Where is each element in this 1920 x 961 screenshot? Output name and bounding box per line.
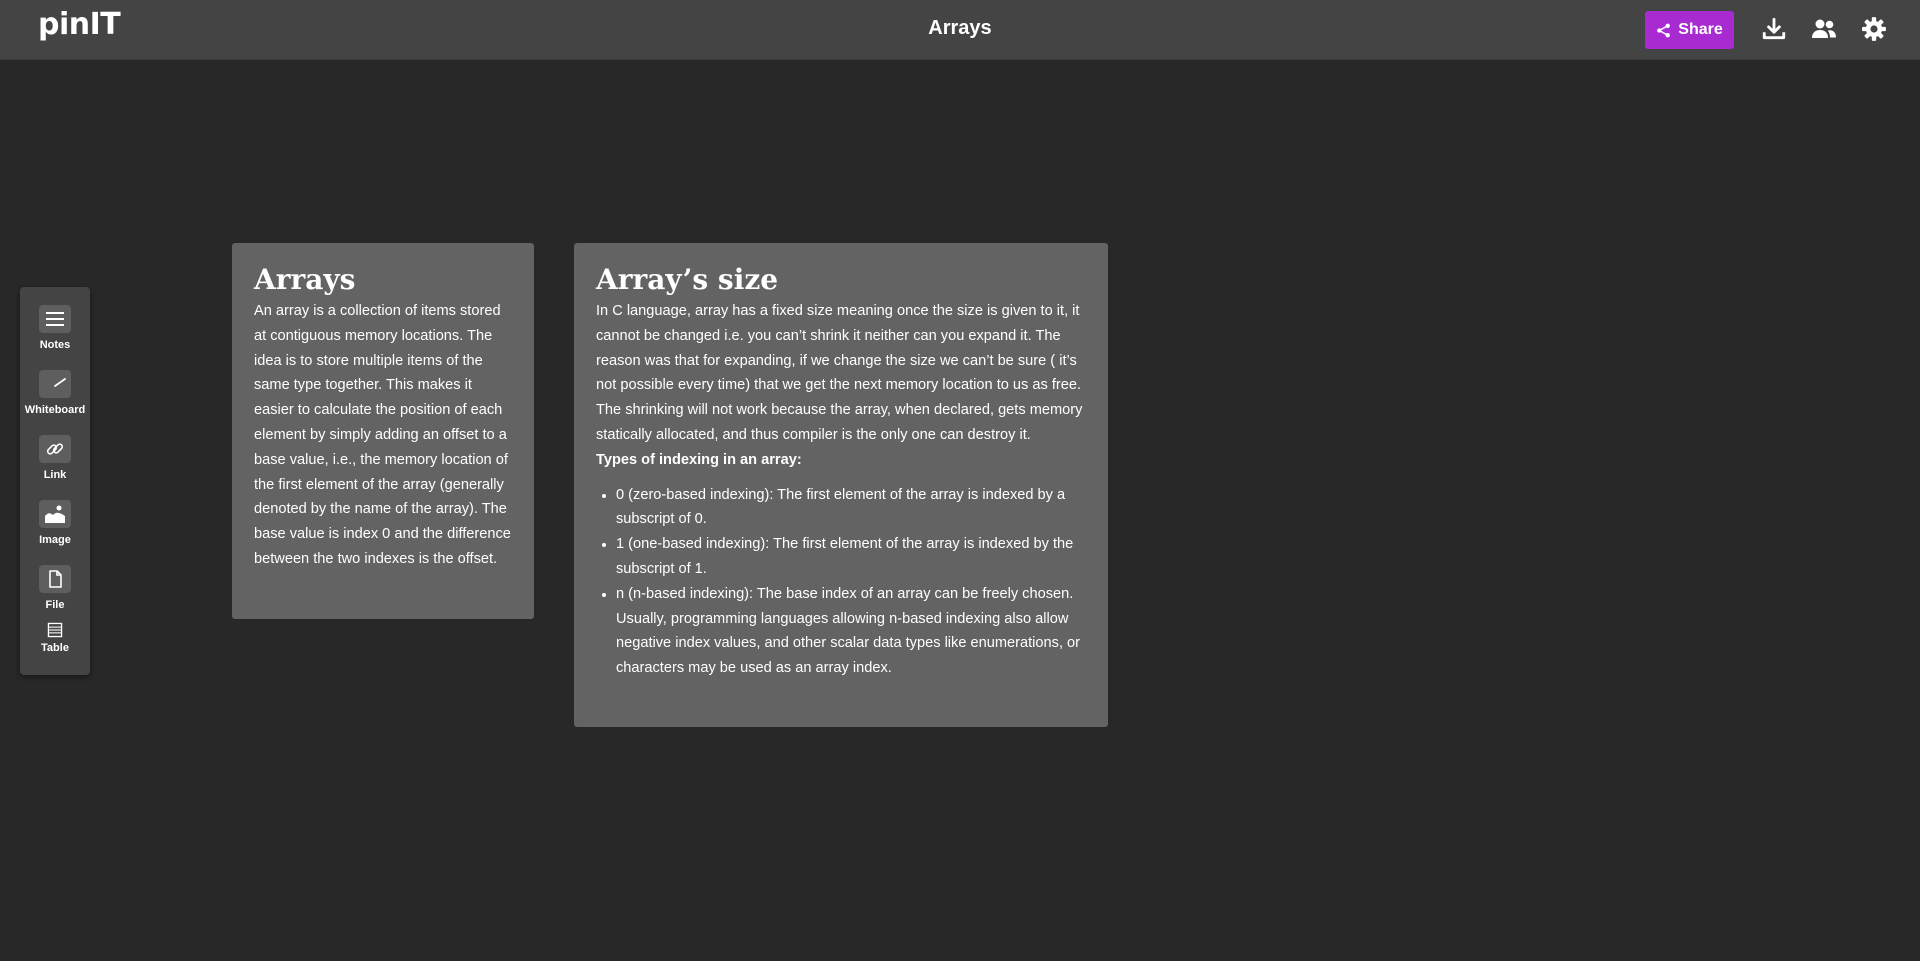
download-button[interactable] xyxy=(1759,14,1789,44)
page-title[interactable]: Arrays xyxy=(0,17,1920,40)
link-icon xyxy=(39,435,71,463)
notes-icon xyxy=(39,305,71,333)
card-subheading: Types of indexing in an array: xyxy=(596,451,802,468)
users-icon xyxy=(1812,19,1836,38)
list-item: n (n-based indexing): The base index of … xyxy=(616,582,1086,681)
tool-whiteboard[interactable]: Whiteboard xyxy=(20,370,90,416)
note-card-arrays[interactable]: Arrays An array is a collection of items… xyxy=(232,243,534,619)
card-body: In C language, array has a fixed size me… xyxy=(596,303,1083,443)
tool-notes[interactable]: Notes xyxy=(20,305,90,351)
card-title: Arrays xyxy=(254,263,356,296)
list-item: 0 (zero-based indexing): The first eleme… xyxy=(616,483,1086,533)
tool-table-label: Table xyxy=(41,642,69,654)
share-label: Share xyxy=(1678,21,1723,38)
tool-link-label: Link xyxy=(43,469,67,481)
share-button[interactable]: Share xyxy=(1645,11,1734,49)
settings-button[interactable] xyxy=(1859,14,1889,44)
tool-image[interactable]: Image xyxy=(20,500,90,546)
note-card-array-size[interactable]: Array’s size In C language, array has a … xyxy=(574,243,1108,727)
tool-whiteboard-label: Whiteboard xyxy=(24,404,86,416)
download-icon xyxy=(1762,17,1786,40)
tool-table[interactable]: Table xyxy=(20,620,90,654)
image-icon xyxy=(39,500,71,528)
tool-link[interactable]: Link xyxy=(20,435,90,481)
tool-file-label: File xyxy=(45,599,65,611)
whiteboard-icon xyxy=(39,370,71,398)
collaborators-button[interactable] xyxy=(1809,14,1839,44)
top-bar: pinIT Arrays Share xyxy=(0,0,1920,60)
gear-icon xyxy=(1862,17,1886,41)
file-icon xyxy=(39,565,71,593)
tool-notes-label: Notes xyxy=(39,339,71,351)
side-toolbar: Notes Whiteboard Link Image File Table xyxy=(20,287,90,675)
card-title: Array’s size xyxy=(596,263,779,296)
tool-file[interactable]: File xyxy=(20,565,90,611)
tool-image-label: Image xyxy=(39,534,71,546)
share-icon xyxy=(1657,23,1671,37)
indexing-list: 0 (zero-based indexing): The first eleme… xyxy=(616,483,1086,681)
card-body: An array is a collection of items stored… xyxy=(254,303,511,567)
list-item: 1 (one-based indexing): The first elemen… xyxy=(616,532,1086,582)
table-icon xyxy=(39,620,71,640)
